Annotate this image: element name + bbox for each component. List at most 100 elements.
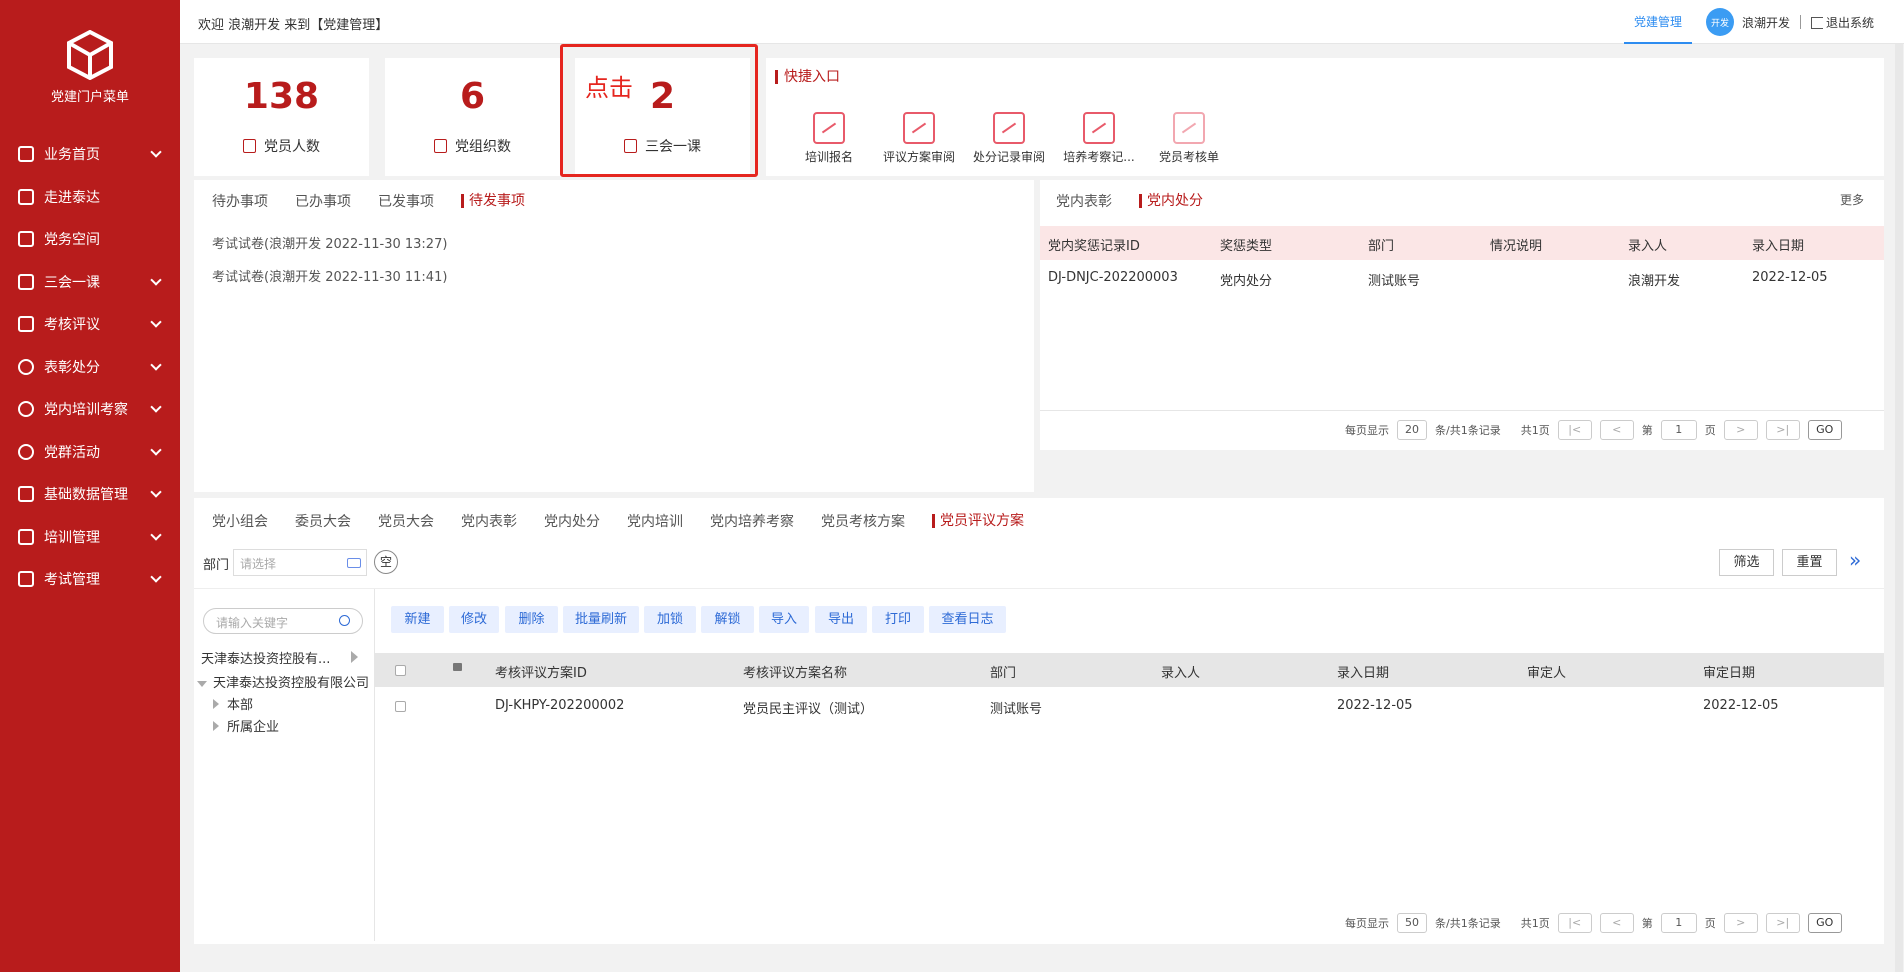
quick-entry-assessment[interactable]: 党员考核单 bbox=[1144, 112, 1234, 165]
tab-to-send[interactable]: 待发事项 bbox=[461, 194, 525, 208]
sidebar-item-party-space[interactable]: 党务空间 bbox=[0, 218, 180, 261]
quick-entry-penalty-review[interactable]: 处分记录审阅 bbox=[964, 112, 1054, 165]
view-log-button[interactable]: 查看日志 bbox=[929, 606, 1006, 633]
stat-card-organizations[interactable]: 6 党组织数 bbox=[385, 58, 560, 176]
department-select[interactable]: 请选择 bbox=[233, 549, 367, 576]
go-button[interactable]: GO bbox=[1807, 913, 1842, 933]
todo-item[interactable]: 考试试卷(浪潮开发 2022-11-30 13:27) bbox=[212, 233, 447, 252]
sidebar-item-activities[interactable]: 党群活动 bbox=[0, 431, 180, 474]
divider bbox=[194, 588, 1884, 589]
cell-entered-date: 2022-12-05 bbox=[1337, 698, 1413, 713]
sidebar-item-evaluation[interactable]: 考核评议 bbox=[0, 303, 180, 346]
first-page-button[interactable]: |< bbox=[1557, 420, 1592, 440]
double-chevron-right-icon[interactable]: » bbox=[1849, 548, 1861, 572]
page-scrollbar[interactable] bbox=[1895, 44, 1903, 972]
logout-button[interactable]: 退出系统 bbox=[1810, 14, 1874, 31]
sidebar-item-teda[interactable]: 走进泰达 bbox=[0, 176, 180, 219]
database-icon bbox=[18, 486, 34, 503]
quick-entry-label: 培训报名 bbox=[804, 150, 853, 164]
chevron-down-icon bbox=[150, 443, 162, 456]
last-page-button[interactable]: >| bbox=[1765, 913, 1800, 933]
tab-party-penalty[interactable]: 党内处分 bbox=[1139, 194, 1203, 208]
reset-button[interactable]: 重置 bbox=[1782, 549, 1837, 576]
chevron-down-icon bbox=[150, 316, 162, 328]
next-page-button[interactable]: > bbox=[1723, 420, 1758, 440]
todo-item[interactable]: 考试试卷(浪潮开发 2022-11-30 11:41) bbox=[212, 266, 447, 285]
last-page-button[interactable]: >| bbox=[1765, 420, 1800, 440]
tab-done[interactable]: 已办事项 bbox=[295, 191, 351, 211]
batch-refresh-button[interactable]: 批量刷新 bbox=[563, 606, 639, 633]
prev-page-button[interactable]: < bbox=[1599, 420, 1634, 440]
table-row[interactable]: DJ-DNJC-202200003 党内处分 测试账号 浪潮开发 2022-12… bbox=[1040, 260, 1884, 294]
stat-card-members[interactable]: 138 党员人数 bbox=[194, 58, 369, 176]
quick-entry-plan-review[interactable]: 评议方案审阅 bbox=[874, 112, 964, 165]
sidebar-item-home[interactable]: 业务首页 bbox=[0, 133, 180, 176]
tab-evaluation-plan[interactable]: 党员评议方案 bbox=[932, 514, 1024, 528]
more-link[interactable]: 更多 bbox=[1840, 191, 1864, 208]
page-input[interactable]: 1 bbox=[1660, 420, 1697, 440]
export-button[interactable]: 导出 bbox=[815, 606, 867, 633]
lock-button[interactable]: 加锁 bbox=[644, 606, 696, 633]
select-all-checkbox[interactable] bbox=[395, 665, 406, 676]
sidebar-item-training-review[interactable]: 党内培训考察 bbox=[0, 388, 180, 431]
prev-page-button[interactable]: < bbox=[1599, 913, 1634, 933]
cell-date: 2022-12-05 bbox=[1752, 270, 1828, 285]
column-header: 录入日期 bbox=[1337, 666, 1390, 681]
module-tab-active[interactable]: 党建管理 bbox=[1623, 0, 1692, 44]
tree-node-root[interactable]: 天津泰达投资控股有限公司 bbox=[197, 672, 369, 691]
award-tabs: 党内表彰 党内处分 bbox=[1056, 191, 1230, 211]
go-button[interactable]: GO bbox=[1807, 420, 1842, 440]
tab-party-commendation[interactable]: 党内表彰 bbox=[1056, 191, 1112, 211]
tree-org-dropdown[interactable]: 天津泰达投资控股有... bbox=[201, 648, 361, 667]
page-suffix: 页 bbox=[1704, 917, 1716, 930]
tree-node-child[interactable]: 本部 bbox=[213, 694, 253, 713]
tab-sent[interactable]: 已发事项 bbox=[378, 191, 434, 211]
sidebar-item-base-data[interactable]: 基础数据管理 bbox=[0, 473, 180, 516]
tab-training[interactable]: 党内培训 bbox=[627, 511, 683, 531]
avatar[interactable]: 开发 bbox=[1705, 8, 1734, 36]
delete-button[interactable]: 删除 bbox=[505, 606, 558, 633]
todo-tabs: 待办事项 已办事项 已发事项 待发事项 bbox=[212, 191, 552, 211]
sidebar-item-label: 党务空间 bbox=[44, 232, 100, 249]
tab-assessment-plan[interactable]: 党员考核方案 bbox=[821, 511, 905, 531]
trend-icon bbox=[1173, 112, 1205, 144]
quick-entry-cultivation[interactable]: 培养考察记... bbox=[1054, 112, 1144, 165]
quick-entry-training-signup[interactable]: 培训报名 bbox=[784, 112, 874, 165]
first-page-button[interactable]: |< bbox=[1557, 913, 1592, 933]
next-page-button[interactable]: > bbox=[1723, 913, 1758, 933]
tab-penalty[interactable]: 党内处分 bbox=[544, 511, 600, 531]
logout-label: 退出系统 bbox=[1825, 15, 1874, 30]
username[interactable]: 浪潮开发 bbox=[1742, 14, 1790, 31]
tab-group-meeting[interactable]: 党小组会 bbox=[212, 511, 268, 531]
tab-pending[interactable]: 待办事项 bbox=[212, 191, 268, 211]
per-page-input[interactable]: 20 bbox=[1397, 420, 1427, 440]
tree-search-input[interactable]: 请输入关键字 bbox=[203, 608, 363, 634]
sidebar-item-awards[interactable]: 表彰处分 bbox=[0, 346, 180, 389]
cell-plan-id: DJ-KHPY-202200002 bbox=[495, 698, 625, 713]
sidebar-item-exam[interactable]: 考试管理 bbox=[0, 558, 180, 601]
unlock-button[interactable]: 解锁 bbox=[701, 606, 754, 633]
tree-node-child[interactable]: 所属企业 bbox=[213, 716, 279, 735]
import-button[interactable]: 导入 bbox=[759, 606, 809, 633]
tab-member-meeting[interactable]: 党员大会 bbox=[378, 511, 434, 531]
print-button[interactable]: 打印 bbox=[872, 606, 924, 633]
tab-cultivation[interactable]: 党内培养考察 bbox=[710, 511, 794, 531]
clear-button[interactable]: 空 bbox=[374, 550, 398, 574]
column-header: 部门 bbox=[1368, 239, 1395, 254]
sidebar-item-meetings[interactable]: 三会一课 bbox=[0, 261, 180, 304]
column-header: 奖惩类型 bbox=[1220, 239, 1273, 254]
tab-commendation[interactable]: 党内表彰 bbox=[461, 511, 517, 531]
page-input[interactable]: 1 bbox=[1660, 913, 1697, 933]
caret-down-icon bbox=[197, 681, 207, 687]
table-row[interactable]: DJ-KHPY-202200002 党员民主评议（测试） 测试账号 2022-1… bbox=[375, 688, 1884, 722]
edit-button[interactable]: 修改 bbox=[449, 606, 499, 633]
tab-committee-meeting[interactable]: 委员大会 bbox=[295, 511, 351, 531]
per-page-input[interactable]: 50 bbox=[1397, 913, 1427, 933]
search-icon bbox=[339, 615, 350, 626]
row-checkbox[interactable] bbox=[395, 701, 406, 712]
stat-label: 党员人数 bbox=[264, 139, 320, 155]
filter-button[interactable]: 筛选 bbox=[1719, 549, 1774, 576]
sidebar-item-training[interactable]: 培训管理 bbox=[0, 516, 180, 559]
new-button[interactable]: 新建 bbox=[391, 606, 444, 633]
building-icon bbox=[18, 188, 34, 205]
